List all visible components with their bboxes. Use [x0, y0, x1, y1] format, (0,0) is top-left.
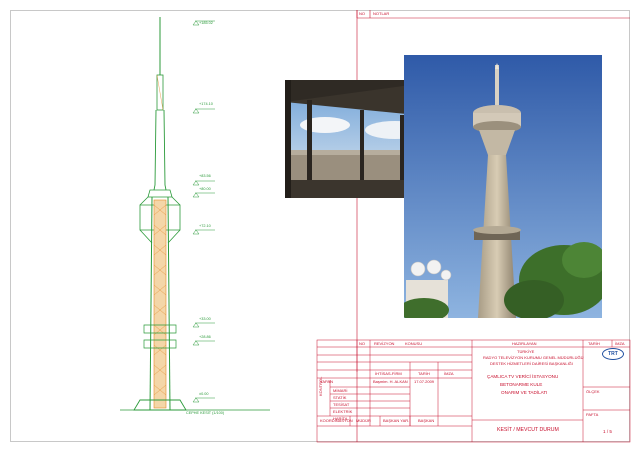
discipline-2: TESİSAT [333, 402, 350, 407]
discipline-header: İHTİSAS-FİRM [375, 371, 402, 376]
rev-date-header: REVİZYON [374, 341, 395, 346]
sheet-label: PAFTA [586, 412, 599, 417]
coordination-label: KOORDİNASYON [320, 418, 353, 423]
drawn-date: 17.07.2009 [414, 379, 435, 384]
sign-header: İMZA [615, 341, 625, 346]
sign2-header: İMZA [444, 371, 454, 376]
trt-logo-text: TRT [608, 351, 618, 357]
institution-1: RADYO TELEVİZYON KURUMU GENEL MÜDÜRLÜĞÜ [483, 355, 584, 360]
trt-logo: TRT [602, 348, 624, 360]
sheet-title: KESİT / MEVCUT DURUM [497, 427, 559, 433]
president-label: BAŞKAN [418, 418, 435, 423]
prepared-header: HAZIRLAYAN [512, 341, 537, 346]
date-header: TARİH [588, 341, 600, 346]
scale-label: ÖLÇEK [586, 389, 600, 394]
discipline-3: ELEKTRİK [333, 409, 353, 414]
discipline-1: STATİK [333, 395, 347, 400]
deputy-label: BAŞKAN YAR. [383, 418, 410, 423]
name-header: TARİH [418, 371, 430, 376]
control-label: KONTROL [318, 376, 323, 396]
project-line-1: ÇAMLICA TV VERİCİ İSTASYONU [487, 374, 559, 379]
institution-2: DESTEK HİZMETLERİ DAİRESİ BAŞKANLIĞI [490, 361, 573, 366]
manager-label: MÜDÜR [356, 418, 371, 423]
rev-no-header: NO [359, 341, 365, 346]
project-line-3: ONARIM VE TADİLATI [501, 390, 548, 395]
country: TÜRKİYE [517, 349, 535, 354]
page-number: 1 / 5 [603, 429, 612, 434]
rev-subject-header: KONUSU [405, 341, 423, 346]
discipline-0: MİMARİ [333, 388, 348, 393]
project-line-2: BETONARME KULE [500, 382, 543, 387]
drawn-name: Başmim. H. ALKAN [373, 379, 408, 384]
drawing-sheet: NO NOTLAR +185.02 +174.10 +83.56 +80.00 … [0, 0, 640, 452]
